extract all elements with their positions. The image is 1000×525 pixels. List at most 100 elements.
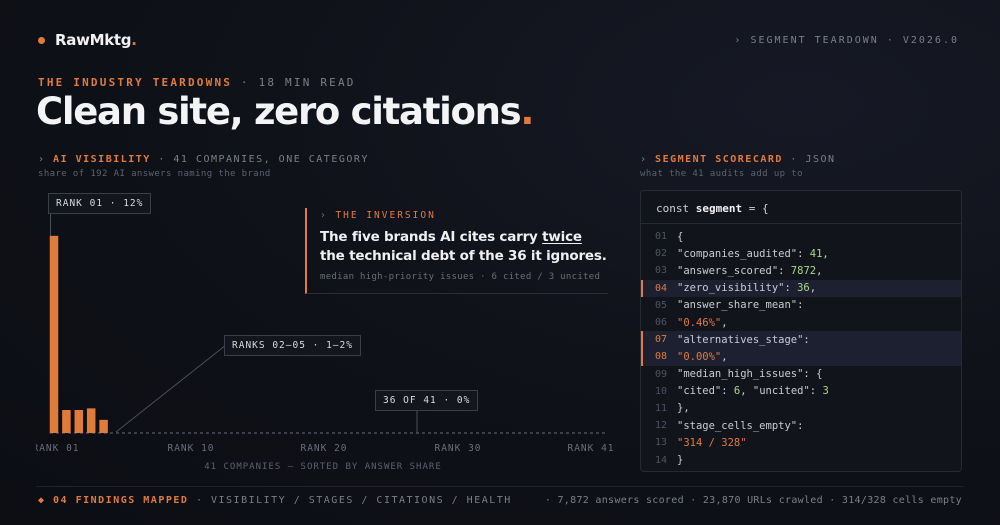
code-text: "alternatives_stage": bbox=[677, 334, 810, 346]
bar-rank-4 bbox=[86, 408, 96, 433]
footer-divider bbox=[36, 486, 964, 487]
x-tick-label: RANK 01 bbox=[36, 443, 80, 454]
line-number: 06 bbox=[655, 317, 668, 329]
chart-label-rest: · 41 COMPANIES, ONE CATEGORY bbox=[150, 154, 369, 165]
kicker-section[interactable]: THE INDUSTRY TEARDOWNS bbox=[38, 76, 232, 89]
code-punct: , bbox=[721, 350, 728, 363]
inversion-statement: The five brands AI cites carry twice the… bbox=[320, 228, 608, 266]
code-line: 11}, bbox=[641, 400, 961, 417]
code-punct: , bbox=[740, 385, 753, 398]
scorecard-panel-label: › SEGMENT SCORECARD · JSON bbox=[640, 154, 836, 165]
article-kicker: THE INDUSTRY TEARDOWNS · 18 MIN READ bbox=[38, 76, 356, 89]
line-number: 10 bbox=[655, 385, 668, 397]
line-number: 12 bbox=[655, 420, 668, 432]
line-number: 03 bbox=[655, 265, 668, 277]
code-text: "median_high_issues": { bbox=[677, 368, 822, 380]
code-line: 01 { bbox=[641, 228, 961, 245]
scorecard-subtitle: what the 41 audits add up to bbox=[640, 169, 803, 179]
leader-line-mid bbox=[115, 344, 227, 433]
line-number: 05 bbox=[655, 299, 668, 311]
inversion-kicker-text: THE INVERSION bbox=[335, 210, 436, 221]
code-head-pre: const bbox=[656, 202, 696, 215]
footer-stats: · 7,872 answers scored · 23,870 URLs cra… bbox=[544, 495, 962, 506]
brand-logo[interactable]: RawMktg. bbox=[38, 31, 137, 49]
code-string: "0.46%" bbox=[677, 316, 722, 329]
code-line: 02 "companies_audited": 41, bbox=[641, 245, 961, 262]
code-punct: , bbox=[822, 247, 829, 260]
code-token: "median_high_issues": { bbox=[677, 368, 823, 381]
code-text: }, bbox=[677, 402, 690, 414]
inversion-kicker-prefix: › bbox=[320, 210, 336, 221]
code-line: 09 "median_high_issues": { bbox=[641, 366, 961, 383]
header-breadcrumb[interactable]: › SEGMENT TEARDOWN · V2026.0 bbox=[734, 35, 959, 46]
scorecard-label-accent: SEGMENT SCORECARD bbox=[655, 154, 783, 165]
code-line: 14} bbox=[641, 451, 961, 468]
code-number: 3 bbox=[822, 385, 829, 398]
bar-rank-1 bbox=[49, 235, 59, 433]
code-number: 36 bbox=[797, 282, 810, 295]
footer-findings-rest: · VISIBILITY / STAGES / CITATIONS / HEAL… bbox=[188, 495, 512, 506]
line-number: 07 bbox=[655, 334, 668, 346]
code-number: 7872 bbox=[790, 264, 817, 277]
x-tick-label: RANK 10 bbox=[167, 443, 214, 454]
chart-label-accent: AI VISIBILITY bbox=[53, 154, 151, 165]
code-text: "0.46%", bbox=[677, 317, 728, 329]
code-text: "cited": 6, "uncited": 3 bbox=[677, 385, 829, 397]
code-key: "uncited": bbox=[752, 385, 823, 398]
code-text: "answers_scored": 7872, bbox=[677, 265, 822, 277]
line-number: 01 bbox=[655, 231, 668, 243]
code-line: 08 "0.00%", bbox=[641, 348, 961, 366]
brand-name-dot: . bbox=[131, 31, 137, 49]
code-string: "314 / 328" bbox=[677, 436, 747, 449]
code-key: "zero_visibility": bbox=[677, 282, 798, 295]
bar-rank-2 bbox=[62, 410, 71, 433]
x-tick-label: RANK 20 bbox=[300, 443, 347, 454]
code-punct: , bbox=[816, 264, 823, 277]
code-lines: 01 {02 "companies_audited": 41, 03 "answers_… bbox=[641, 224, 961, 469]
code-text: { bbox=[677, 231, 683, 243]
kicker-meta: · 18 MIN READ bbox=[232, 76, 356, 89]
code-line: 13 "314 / 328" bbox=[641, 434, 961, 451]
code-token: "answer_share_mean": bbox=[677, 299, 804, 312]
inversion-kicker: › THE INVERSION bbox=[320, 210, 608, 221]
line-number: 08 bbox=[655, 351, 668, 363]
callout-zero-share: 36 OF 41 · 0% bbox=[375, 390, 479, 411]
code-key: "companies_audited": bbox=[677, 247, 810, 260]
page-title: Clean site, zero citations. bbox=[36, 90, 534, 133]
code-line: 06 "0.46%", bbox=[641, 314, 961, 331]
code-line: 03 "answers_scored": 7872, bbox=[641, 262, 961, 279]
code-text: "314 / 328" bbox=[677, 437, 747, 449]
code-text: "0.00%", bbox=[677, 351, 728, 363]
line-number: 04 bbox=[655, 282, 668, 294]
code-key: "answers_scored": bbox=[677, 264, 791, 277]
scorecard-code-block[interactable]: const segment = { 01 {02 "companies_audite… bbox=[640, 190, 962, 472]
line-number: 02 bbox=[655, 248, 668, 260]
code-line: 07 "alternatives_stage": bbox=[641, 331, 961, 349]
x-axis-caption: 41 COMPANIES — SORTED BY ANSWER SHARE bbox=[204, 462, 441, 472]
code-string: "0.00%" bbox=[677, 350, 722, 363]
code-token: "alternatives_stage": bbox=[677, 333, 810, 346]
code-text: "stage_cells_empty": bbox=[677, 420, 803, 432]
code-punct: , bbox=[721, 316, 728, 329]
scorecard-label-rest: · JSON bbox=[782, 154, 836, 165]
chart-label-prefix: › bbox=[38, 154, 54, 165]
chart-subtitle: share of 192 AI answers naming the brand bbox=[38, 169, 271, 179]
code-key: "cited": bbox=[677, 385, 734, 398]
footer-findings-accent[interactable]: ◆ 04 FINDINGS MAPPED bbox=[38, 495, 188, 506]
inversion-insight: › THE INVERSION The five brands AI cites… bbox=[305, 208, 608, 294]
code-punct: , bbox=[809, 282, 817, 295]
line-number: 09 bbox=[655, 368, 668, 380]
code-text: "zero_visibility": 36, bbox=[677, 282, 816, 294]
footer-findings: ◆ 04 FINDINGS MAPPED · VISIBILITY / STAG… bbox=[38, 495, 512, 506]
code-line: 12 "stage_cells_empty": bbox=[641, 417, 961, 434]
x-tick-label: RANK 41 bbox=[567, 443, 614, 454]
brand-name: RawMktg bbox=[55, 31, 132, 49]
line-number: 14 bbox=[655, 454, 668, 466]
line-number: 13 bbox=[655, 437, 668, 449]
code-text: "answer_share_mean": bbox=[677, 299, 803, 311]
code-line: 10 "cited": 6, "uncited": 3 bbox=[641, 383, 961, 400]
bar-rank-3 bbox=[74, 410, 84, 433]
chart-panel-label: › AI VISIBILITY · 41 COMPANIES, ONE CATE… bbox=[38, 154, 369, 165]
line-number: 11 bbox=[655, 402, 668, 414]
brand-dot-icon bbox=[38, 36, 45, 44]
